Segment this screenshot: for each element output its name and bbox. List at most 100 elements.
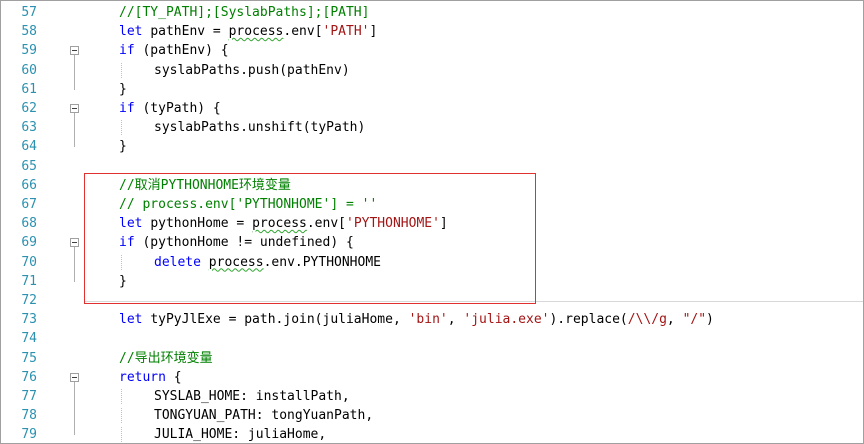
line-code: syslabPaths.push(pathEnv) (154, 61, 350, 80)
fold-toggle-icon[interactable] (70, 104, 79, 113)
fold-toggle-icon[interactable] (70, 46, 79, 56)
line-code: if (pathEnv) { (119, 41, 229, 60)
code-line[interactable]: 63 syslabPaths.unshift(tyPath) (1, 118, 863, 137)
line-number: 75 (21, 350, 37, 366)
line-code: } (119, 80, 127, 99)
string-token: 'julia.exe' (463, 312, 550, 328)
code-token: (pathEnv) { (142, 43, 229, 59)
keyword-token: let (119, 24, 151, 40)
code-token: SYSLAB_HOME: installPath, (154, 389, 350, 404)
code-line[interactable]: 73 let tyPyJlExe = path.join(juliaHome, '… (1, 310, 863, 329)
identifier-token: process (208, 254, 264, 270)
indent-guide (121, 120, 122, 136)
indent-guide (121, 427, 122, 443)
code-line[interactable]: 69 if (pythonHome != undefined) { (1, 233, 863, 252)
code-token: pathEnv = (150, 24, 229, 40)
comment-token: // process.env['PYTHONHOME'] = '' (119, 197, 378, 212)
code-token: syslabPaths.push(pathEnv) (154, 62, 350, 78)
line-number: 73 (21, 312, 37, 328)
fold-toggle-icon[interactable] (70, 372, 79, 382)
line-number: 61 (21, 81, 37, 97)
code-line[interactable]: 64} (1, 137, 863, 156)
code-line[interactable]: 68 let pythonHome = process.env['PYTHONHO… (1, 214, 863, 233)
code-line[interactable]: 78 TONGYUAN_PATH: tongYuanPath, (1, 406, 863, 425)
string-token: 'PYTHONHOME' (346, 216, 440, 232)
code-line[interactable]: 75 //导出环境变量 (1, 349, 863, 368)
identifier-token: process (252, 216, 307, 232)
indent-guide (121, 389, 122, 404)
code-token: } (119, 139, 127, 155)
code-line[interactable]: 74 (1, 329, 863, 348)
code-line[interactable]: 66 //取消PYTHONHOME环境变量 (1, 176, 863, 195)
code-editor[interactable]: 57 //[TY_PATH];[SyslabPaths];[PATH] 58 let … (0, 0, 864, 444)
current-line-marker (85, 301, 863, 302)
fold-region-line (74, 381, 75, 436)
string-token: 'bin' (408, 312, 448, 328)
code-token: (tyPath) { (142, 101, 221, 116)
code-line[interactable]: 57 //[TY_PATH];[SyslabPaths];[PATH] (1, 3, 863, 22)
line-number: 70 (21, 254, 37, 270)
code-token: } (119, 273, 127, 289)
string-token: 'PATH' (322, 24, 370, 40)
keyword-token: let (119, 216, 151, 232)
indent-guide (121, 62, 122, 78)
code-token: ) (706, 312, 714, 328)
code-token: .env[ (283, 24, 323, 40)
line-code: let pathEnv = process.env['PATH'] (119, 22, 377, 41)
code-line[interactable]: 61} (1, 80, 863, 99)
code-line[interactable]: 62 if (tyPath) { (1, 99, 863, 118)
code-token: ] (369, 24, 378, 40)
line-code: if (pythonHome != undefined) { (119, 233, 354, 252)
fold-toggle-icon[interactable] (70, 238, 79, 248)
fold-region-line (74, 113, 75, 148)
fold-region-line (74, 247, 75, 282)
line-number: 79 (21, 427, 37, 443)
line-number: 59 (21, 43, 37, 59)
code-token: ).replace( (549, 312, 628, 328)
comment-token: //[TY_PATH];[SyslabPaths];[PATH] (119, 5, 370, 20)
code-token: pythonHome = (150, 216, 253, 232)
identifier-token: process (228, 24, 284, 40)
string-token: /\\/g (627, 312, 667, 328)
line-number: 76 (21, 369, 37, 385)
line-code: // process.env['PYTHONHOME'] = '' (119, 195, 377, 214)
code-token: ] (439, 216, 448, 232)
line-code: } (119, 272, 127, 291)
code-line[interactable]: 76 return { (1, 368, 863, 387)
line-number: 66 (21, 177, 37, 193)
line-code: if (tyPath) { (119, 99, 221, 118)
line-code: let tyPyJlExe = path.join(juliaHome, 'bi… (119, 310, 714, 329)
code-line[interactable]: 59 if (pathEnv) { (1, 41, 863, 60)
line-code: JULIA_HOME: juliaHome, (154, 425, 327, 443)
line-number: 72 (21, 293, 37, 308)
code-line[interactable]: 77 SYSLAB_HOME: installPath, (1, 387, 863, 406)
line-code: //[TY_PATH];[SyslabPaths];[PATH] (119, 3, 369, 22)
code-token: tyPyJlExe = path.join(juliaHome, (150, 312, 409, 328)
line-number: 62 (21, 101, 37, 116)
line-number: 63 (21, 120, 37, 136)
code-line[interactable]: 70 delete process.env.PYTHONHOME (1, 253, 863, 272)
code-line[interactable]: 65 (1, 157, 863, 176)
line-code: TONGYUAN_PATH: tongYuanPath, (154, 406, 373, 425)
code-line[interactable]: 79 JULIA_HOME: juliaHome, (1, 425, 863, 443)
code-line[interactable]: 67 // process.env['PYTHONHOME'] = '' (1, 195, 863, 214)
indent-guide (121, 254, 122, 270)
code-token: JULIA_HOME: juliaHome, (154, 427, 327, 443)
code-line[interactable]: 58 let pathEnv = process.env['PATH'] (1, 22, 863, 41)
code-line[interactable]: 71} (1, 272, 863, 291)
keyword-token: let (119, 312, 151, 328)
code-token: , (666, 312, 683, 328)
keyword-token: return (119, 369, 174, 385)
line-code: //取消PYTHONHOME环境变量 (119, 176, 291, 195)
keyword-token: delete (154, 254, 209, 270)
code-line[interactable]: 60 syslabPaths.push(pathEnv) (1, 61, 863, 80)
line-number: 60 (21, 62, 37, 78)
code-token: .env[ (306, 216, 346, 232)
string-token: "/" (682, 312, 707, 328)
line-number: 67 (21, 197, 37, 212)
line-code: return { (119, 368, 182, 387)
keyword-token: if (119, 43, 143, 59)
line-number: 68 (21, 216, 37, 232)
line-code: delete process.env.PYTHONHOME (154, 253, 381, 272)
line-code: //导出环境变量 (119, 349, 213, 368)
